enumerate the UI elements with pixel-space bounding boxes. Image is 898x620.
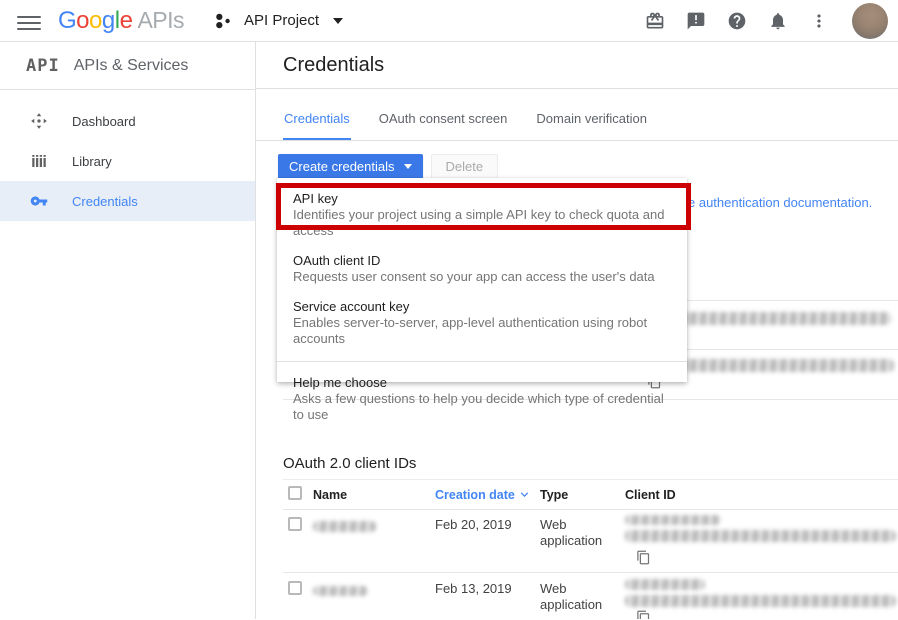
menu-item-description: Enables server-to-server, app-level auth…	[293, 315, 671, 347]
logo-letter: o	[76, 7, 89, 35]
avatar-image	[852, 3, 888, 39]
copy-icon[interactable]	[636, 610, 651, 619]
create-credentials-label: Create credentials	[289, 159, 395, 174]
column-header-label: Creation date	[435, 488, 515, 502]
logo-letter: e	[120, 7, 133, 35]
divider	[283, 479, 898, 480]
table-row[interactable]: Feb 13, 2019 Web application	[283, 572, 898, 619]
redacted-api-key-row	[683, 359, 894, 372]
menu-icon[interactable]	[16, 8, 42, 34]
table-row[interactable]: Feb 20, 2019 Web application	[283, 509, 898, 572]
sidebar: API APIs & Services Dashboard Library	[0, 42, 256, 619]
project-selector[interactable]: API Project	[212, 10, 343, 32]
redacted-client-name	[313, 521, 376, 532]
menu-item-title: Help me choose	[293, 374, 671, 391]
create-credentials-menu: API key Identifies your project using a …	[277, 178, 687, 382]
sidebar-title: APIs & Services	[74, 57, 189, 75]
chevron-down-icon	[404, 164, 412, 169]
top-bar: Google APIs API Project	[0, 0, 898, 42]
menu-item-title: Service account key	[293, 298, 671, 315]
key-icon	[30, 192, 48, 210]
chevron-down-icon	[333, 18, 343, 24]
sort-chevron-down-icon	[517, 487, 532, 502]
sidebar-item-label: Library	[72, 154, 112, 169]
logo-letter: g	[102, 7, 115, 35]
feedback-icon[interactable]	[686, 11, 706, 31]
tab-oauth-consent-screen[interactable]: OAuth consent screen	[378, 111, 509, 140]
main-content: Credentials Credentials OAuth consent sc…	[256, 42, 898, 619]
redacted-client-id	[625, 595, 896, 607]
help-icon[interactable]	[727, 11, 747, 31]
menu-item-description: Identifies your project using a simple A…	[293, 207, 671, 239]
dashboard-icon	[30, 112, 48, 130]
sidebar-header: API APIs & Services	[0, 42, 255, 90]
menu-item-api-key[interactable]: API key Identifies your project using a …	[277, 184, 687, 246]
creation-date-cell: Feb 20, 2019	[435, 517, 512, 532]
table-header-row: Name Creation date Type Client ID	[283, 483, 898, 510]
page-header: Credentials	[256, 42, 898, 89]
sidebar-item-label: Dashboard	[72, 114, 136, 129]
sidebar-item-label: Credentials	[72, 194, 138, 209]
column-header-type: Type	[540, 488, 568, 502]
notifications-icon[interactable]	[768, 11, 788, 31]
row-checkbox[interactable]	[288, 517, 302, 531]
redacted-client-id	[625, 530, 896, 542]
oauth-clients-heading: OAuth 2.0 client IDs	[283, 455, 416, 472]
page-title: Credentials	[283, 54, 384, 77]
menu-item-title: OAuth client ID	[293, 252, 671, 269]
logo-suffix: APIs	[137, 7, 184, 34]
type-cell: Web application	[540, 517, 604, 549]
type-cell: Web application	[540, 581, 604, 613]
sidebar-item-dashboard[interactable]: Dashboard	[0, 101, 255, 141]
row-checkbox[interactable]	[288, 581, 302, 595]
sidebar-item-credentials[interactable]: Credentials	[0, 181, 255, 221]
column-header-client-id: Client ID	[625, 488, 676, 502]
column-header-name: Name	[313, 488, 347, 502]
authentication-documentation-link[interactable]: e authentication documentation.	[688, 195, 872, 210]
menu-item-description: Requests user consent so your app can ac…	[293, 269, 671, 285]
redacted-client-name	[313, 586, 368, 596]
copy-icon[interactable]	[636, 550, 651, 565]
create-credentials-button[interactable]: Create credentials	[278, 154, 423, 179]
menu-item-title: API key	[293, 190, 671, 207]
tab-credentials[interactable]: Credentials	[283, 111, 351, 140]
api-logo: API	[26, 56, 60, 76]
library-icon	[30, 152, 48, 170]
menu-item-description: Asks a few questions to help you decide …	[293, 391, 671, 423]
sidebar-item-library[interactable]: Library	[0, 141, 255, 181]
menu-item-oauth-client-id[interactable]: OAuth client ID Requests user consent so…	[277, 246, 687, 292]
redacted-api-key-row	[683, 312, 891, 325]
more-vert-icon[interactable]	[809, 11, 829, 31]
select-all-checkbox[interactable]	[288, 486, 302, 500]
tab-domain-verification[interactable]: Domain verification	[535, 111, 648, 140]
google-apis-logo: Google APIs	[58, 7, 184, 35]
gift-icon[interactable]	[645, 11, 665, 31]
creation-date-cell: Feb 13, 2019	[435, 581, 512, 596]
redacted-client-id	[625, 579, 705, 590]
tab-bar: Credentials OAuth consent screen Domain …	[256, 89, 898, 141]
redacted-client-id	[625, 515, 721, 525]
column-header-creation-date[interactable]: Creation date	[435, 487, 532, 502]
avatar[interactable]	[852, 3, 888, 39]
delete-button[interactable]: Delete	[431, 154, 499, 179]
logo-letter: o	[89, 7, 102, 35]
project-name: API Project	[244, 12, 319, 29]
menu-divider	[277, 361, 687, 362]
menu-item-help-me-choose[interactable]: Help me choose Asks a few questions to h…	[277, 368, 687, 430]
menu-item-service-account-key[interactable]: Service account key Enables server-to-se…	[277, 292, 687, 354]
project-icon	[212, 10, 234, 32]
logo-letter: G	[58, 7, 76, 35]
